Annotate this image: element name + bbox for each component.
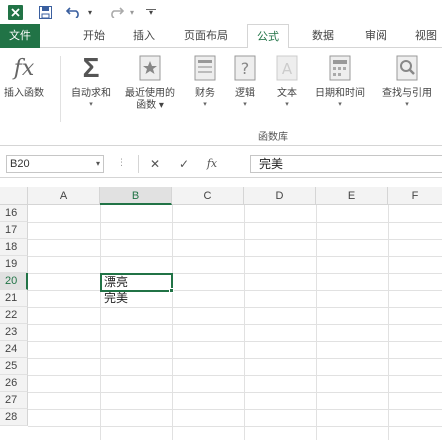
gridline — [244, 205, 245, 440]
row-header-17[interactable]: 17 — [0, 222, 28, 239]
gridline — [388, 205, 389, 440]
autosum-button[interactable]: Σ 自动求和 ▾ — [66, 52, 116, 110]
gridline — [28, 290, 442, 291]
tab-insert[interactable]: 插入 — [126, 24, 162, 48]
undo-icon[interactable] — [64, 3, 84, 21]
gridline — [100, 205, 101, 440]
redo-dropdown[interactable]: ▾ — [128, 3, 136, 21]
formula-bar-grip[interactable]: ⋮ — [117, 157, 126, 168]
gridline — [172, 205, 173, 440]
row-header-25[interactable]: 25 — [0, 358, 28, 375]
column-header-d[interactable]: D — [244, 187, 316, 205]
tab-page-layout[interactable]: 页面布局 — [178, 24, 234, 48]
svg-text:A: A — [282, 60, 293, 78]
ribbon-formulas: fx 插入函数 Σ 自动求和 ▾ 最近使用的 函数 ▾ 财务 ▾ ? 逻辑 ▾ … — [0, 48, 442, 146]
ribbon-separator — [60, 56, 61, 122]
tab-formulas[interactable]: 公式 — [247, 24, 289, 49]
magnifier-icon — [392, 52, 422, 84]
insert-function-button[interactable]: fx 插入函数 — [4, 52, 44, 100]
excel-logo-icon — [6, 3, 24, 21]
gridline — [316, 205, 317, 440]
tab-file[interactable]: 文件 — [0, 24, 40, 48]
svg-text:?: ? — [241, 59, 250, 78]
tab-view[interactable]: 视图 — [408, 24, 442, 48]
column-header-e[interactable]: E — [316, 187, 388, 205]
quick-access-toolbar: ▾ ▾ ▾ — [0, 0, 442, 24]
cancel-entry-button[interactable]: ✕ — [143, 155, 167, 173]
gridline — [28, 239, 442, 240]
star-document-icon — [135, 52, 165, 84]
gridline — [28, 273, 442, 274]
gridline — [28, 222, 442, 223]
row-header-18[interactable]: 18 — [0, 239, 28, 256]
tab-review[interactable]: 审阅 — [358, 24, 394, 48]
question-icon: ? — [230, 52, 260, 84]
gridline — [28, 358, 442, 359]
row-header-21[interactable]: 21 — [0, 290, 28, 307]
row-header-23[interactable]: 23 — [0, 324, 28, 341]
recently-used-button[interactable]: 最近使用的 函数 ▾ — [120, 52, 180, 112]
fill-handle[interactable] — [169, 288, 174, 293]
cell-b21[interactable]: 完美 — [101, 290, 172, 307]
formula-input[interactable]: 完美 — [250, 155, 442, 173]
row-header-26[interactable]: 26 — [0, 375, 28, 392]
formula-bar-divider — [138, 155, 139, 173]
calendar-icon — [325, 52, 355, 84]
row-header-24[interactable]: 24 — [0, 341, 28, 358]
function-library-group-label: 函数库 — [258, 132, 288, 143]
gridline — [28, 324, 442, 325]
logical-button[interactable]: ? 逻辑 ▾ — [228, 52, 262, 110]
column-header-a[interactable]: A — [28, 187, 100, 205]
fx-icon: fx — [13, 55, 35, 81]
sigma-icon: Σ — [82, 52, 100, 83]
select-all-corner[interactable] — [0, 187, 28, 205]
text-button[interactable]: A 文本 ▾ — [270, 52, 304, 110]
row-header-22[interactable]: 22 — [0, 307, 28, 324]
gridline — [28, 426, 442, 427]
undo-dropdown[interactable]: ▾ — [86, 3, 94, 21]
gridline — [28, 341, 442, 342]
tab-home[interactable]: 开始 — [76, 24, 112, 48]
worksheet-grid[interactable]: A B C D E F 16 17 18 19 20 21 22 23 24 2… — [0, 187, 442, 440]
row-header-28[interactable]: 28 — [0, 409, 28, 426]
text-a-icon: A — [272, 52, 302, 84]
formula-bar: B20 ▾ ⋮ ✕ ✓ fx 完美 — [0, 146, 442, 178]
column-header-c[interactable]: C — [172, 187, 244, 205]
name-box[interactable]: B20 ▾ — [6, 155, 104, 173]
financial-icon — [190, 52, 220, 84]
redo-icon[interactable] — [106, 3, 126, 21]
gridline — [28, 375, 442, 376]
financial-button[interactable]: 财务 ▾ — [188, 52, 222, 110]
tab-data[interactable]: 数据 — [305, 24, 341, 48]
column-header-f[interactable]: F — [388, 187, 442, 205]
column-header-b[interactable]: B — [100, 187, 172, 205]
row-header-19[interactable]: 19 — [0, 256, 28, 273]
row-header-20[interactable]: 20 — [0, 273, 28, 290]
ribbon-tabs: 文件 开始 插入 页面布局 公式 数据 审阅 视图 — [0, 24, 442, 49]
enter-button[interactable]: ✓ — [172, 155, 196, 173]
name-box-dropdown[interactable]: ▾ — [96, 156, 100, 172]
date-time-button[interactable]: 日期和时间 ▾ — [310, 52, 370, 110]
gridline — [28, 256, 442, 257]
row-header-16[interactable]: 16 — [0, 205, 28, 222]
insert-function-fx-button[interactable]: fx — [200, 155, 224, 173]
gridline — [28, 409, 442, 410]
gridline — [28, 307, 442, 308]
customize-qat-button[interactable]: ▾ — [146, 8, 156, 16]
active-cell-border — [100, 273, 173, 292]
save-icon[interactable] — [36, 3, 54, 21]
row-header-27[interactable]: 27 — [0, 392, 28, 409]
gridline — [28, 392, 442, 393]
lookup-reference-button[interactable]: 查找与引用 ▾ — [376, 52, 438, 110]
